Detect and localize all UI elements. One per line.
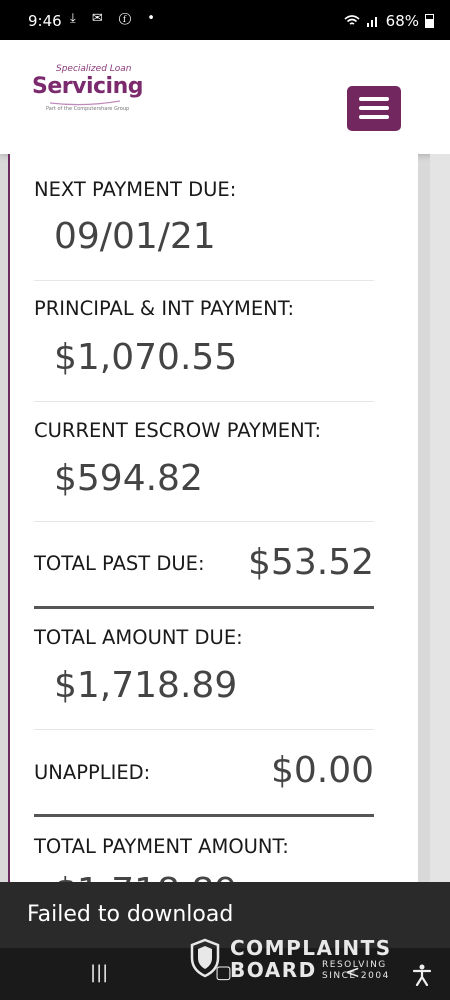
status-bar: 9:46 ⤓ ✉ ⓕ • 68%: [0, 0, 450, 40]
hamburger-menu-icon: [359, 97, 389, 101]
unapplied-row: UNAPPLIED: $0.00: [34, 730, 374, 817]
menu-button[interactable]: [347, 86, 401, 131]
watermark-line2: BOARD: [230, 958, 317, 982]
accessibility-icon[interactable]: [412, 964, 432, 986]
watermark-since: SINCE 2004: [322, 971, 390, 981]
logo-name: Servicing: [32, 74, 144, 99]
principal-int-row: PRINCIPAL & INT PAYMENT: $1,070.55: [34, 281, 374, 402]
logo-subtext: Part of the Computershare Group: [46, 106, 130, 112]
watermark-line1: COMPLAINTS: [230, 936, 392, 960]
toast-message: Failed to download: [27, 902, 234, 927]
unapplied-label: UNAPPLIED:: [34, 761, 151, 784]
signal-icon: [366, 17, 377, 27]
total-past-due-label: TOTAL PAST DUE:: [34, 552, 205, 575]
unapplied-value: $0.00: [270, 750, 374, 791]
status-right: 68%: [344, 12, 434, 30]
next-payment-due-row: NEXT PAYMENT DUE: 09/01/21: [34, 154, 374, 281]
hamburger-menu-icon: [359, 106, 389, 110]
total-payment-amount-label: TOTAL PAYMENT AMOUNT:: [34, 835, 289, 858]
recents-button[interactable]: |||: [90, 962, 108, 983]
site-header: Specialized Loan Servicing Part of the C…: [0, 40, 450, 154]
current-escrow-value: $594.82: [54, 458, 203, 499]
logo-tagline: Specialized Loan: [56, 64, 132, 74]
page-scrollbar[interactable]: [430, 154, 450, 1000]
notification-icons: ⤓ ✉ ⓕ •: [70, 11, 161, 26]
battery-percent: 68%: [385, 12, 419, 30]
total-past-due-value: $53.52: [248, 542, 374, 583]
principal-int-value: $1,070.55: [54, 337, 238, 378]
shield-icon: [190, 938, 220, 978]
principal-int-label: PRINCIPAL & INT PAYMENT:: [34, 297, 295, 320]
sls-logo[interactable]: Specialized Loan Servicing Part of the C…: [32, 64, 152, 124]
total-amount-due-value: $1,718.89: [54, 665, 238, 706]
watermark-line3: RESOLVING SINCE 2004: [322, 960, 390, 982]
battery-icon: [425, 14, 434, 28]
status-time: 9:46: [28, 12, 62, 30]
complaintsboard-watermark: COMPLAINTS BOARD RESOLVING SINCE 2004: [190, 936, 405, 986]
next-payment-due-label: NEXT PAYMENT DUE:: [34, 178, 237, 201]
wifi-icon: [344, 15, 360, 25]
current-escrow-label: CURRENT ESCROW PAYMENT:: [34, 419, 322, 442]
current-escrow-row: CURRENT ESCROW PAYMENT: $594.82: [34, 402, 374, 522]
next-payment-due-value: 09/01/21: [54, 216, 216, 257]
total-amount-due-label: TOTAL AMOUNT DUE:: [34, 626, 243, 649]
total-amount-due-row: TOTAL AMOUNT DUE: $1,718.89: [34, 609, 374, 730]
hamburger-menu-icon: [359, 115, 389, 119]
watermark-resolving: RESOLVING: [322, 960, 387, 970]
total-past-due-row: TOTAL PAST DUE: $53.52: [34, 522, 374, 609]
